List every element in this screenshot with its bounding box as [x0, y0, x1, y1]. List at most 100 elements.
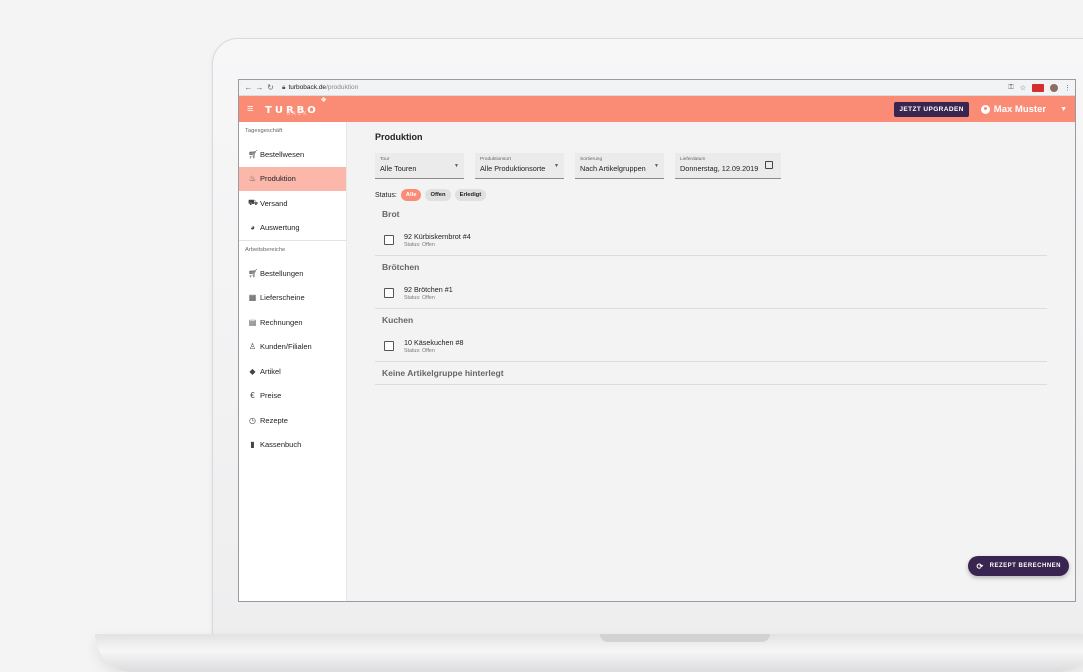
page-title: Produktion	[375, 132, 423, 142]
item-checkbox[interactable]	[384, 235, 394, 245]
item-name: 10 Käsekuchen #8	[404, 338, 464, 347]
sidebar-item-lieferscheine[interactable]: ▦ Lieferscheine	[239, 286, 346, 311]
group-title: Kuchen	[382, 315, 414, 325]
refresh-icon: ⟳	[976, 561, 984, 571]
list-item: 92 Kürbiskernbrot #4 Status: Offen	[375, 225, 1047, 255]
calculate-recipe-label: REZEPT BERECHNEN	[989, 563, 1061, 569]
item-status: Status: Offen	[404, 348, 435, 354]
url-host: turboback.de	[288, 84, 327, 91]
cart-icon: 🛒︎	[248, 149, 259, 159]
item-checkbox[interactable]	[384, 288, 394, 298]
account-circle-icon	[980, 104, 990, 114]
hamburger-menu-icon[interactable]: ≡	[247, 103, 261, 115]
sidebar-item-label: Produktion	[260, 174, 296, 184]
sidebar-item-kunden[interactable]: ♙ Kunden/Filialen	[239, 335, 346, 360]
forward-icon[interactable]: →	[254, 83, 265, 92]
group-title: Keine Artikelgruppe hinterlegt	[382, 368, 504, 378]
tour-select[interactable]: Tour Alle Touren ▼	[375, 153, 464, 179]
production-icon: ♨	[248, 174, 257, 184]
item-status: Status: Offen	[404, 295, 435, 301]
back-icon[interactable]: ←	[243, 83, 254, 92]
sidebar-item-bestellungen[interactable]: 🛒︎ Bestellungen	[239, 261, 346, 286]
dropdown-arrow-icon: ▼	[554, 163, 559, 169]
group-kuchen: Kuchen 10 Käsekuchen #8 Status: Offen	[375, 309, 1047, 362]
lock-icon: 🔒︎	[282, 83, 286, 91]
sort-select-value: Nach Artikelgruppen	[580, 164, 646, 173]
sidebar-item-label: Bestellwesen	[260, 149, 305, 159]
user-name: Max Muster	[993, 103, 1047, 115]
sidebar: Tagesgeschäft 🛒︎ Bestellwesen ♨ Produkti…	[239, 122, 347, 601]
item-status: Status: Offen	[404, 242, 435, 248]
sidebar-item-rezepte[interactable]: ◷ Rezepte	[239, 408, 346, 433]
delivery-date-picker[interactable]: Lieferdatum Donnerstag, 12.09.2019	[675, 153, 781, 179]
dropdown-arrow-icon: ▼	[654, 163, 659, 169]
status-label: Status:	[375, 191, 397, 199]
status-chip-open[interactable]: Offen	[425, 189, 451, 201]
list-item: 10 Käsekuchen #8 Status: Offen	[375, 331, 1047, 361]
sidebar-item-kassenbuch[interactable]: ▮ Kassenbuch	[239, 433, 346, 458]
chevron-down-icon: ▼	[1060, 105, 1067, 113]
user-menu[interactable]: Max Muster ▼	[980, 103, 1067, 115]
item-name: 92 Kürbiskernbrot #4	[404, 232, 471, 241]
sidebar-item-preise[interactable]: € Preise	[239, 384, 346, 409]
tour-select-value: Alle Touren	[380, 164, 417, 173]
truck-icon: ⛟	[248, 198, 259, 208]
group-title: Brötchen	[382, 262, 420, 272]
sidebar-item-label: Bestellungen	[260, 268, 304, 278]
app-screen: ← → ↻ 🔒︎ turboback.de/produktion ⚿ ☆ ⋮ ≡…	[238, 79, 1076, 602]
clock-icon: ◷	[249, 415, 256, 425]
euro-icon: €	[250, 391, 255, 401]
main-content: Produktion Tour Alle Touren ▼ Produktion…	[347, 122, 1075, 601]
reload-icon[interactable]: ↻	[265, 83, 276, 92]
address-bar[interactable]: 🔒︎ turboback.de/produktion	[282, 84, 358, 92]
pie-chart-icon: ◕	[250, 223, 255, 233]
sort-select[interactable]: Sortierung Nach Artikelgruppen ▼	[575, 153, 664, 179]
profile-avatar[interactable]	[1050, 83, 1058, 92]
tag-icon: ◆	[249, 366, 256, 376]
logo-subtext: BACK	[287, 111, 309, 117]
sidebar-item-rechnungen[interactable]: ▤ Rechnungen	[239, 310, 346, 335]
sidebar-item-label: Versand	[260, 198, 288, 208]
sidebar-section-work: Arbeitsbereiche	[245, 247, 286, 253]
upgrade-button[interactable]: JETZT UPGRADEN	[894, 101, 969, 117]
dropdown-arrow-icon: ▼	[454, 163, 459, 169]
sidebar-item-label: Kunden/Filialen	[260, 342, 312, 352]
item-checkbox[interactable]	[384, 341, 394, 351]
more-icon[interactable]: ⋮	[1064, 84, 1071, 92]
sidebar-item-versand[interactable]: ⛟ Versand	[239, 191, 346, 216]
calendar-icon[interactable]	[765, 161, 773, 169]
logo[interactable]: TURBO BACK ❖	[265, 97, 327, 117]
laptop-notch	[600, 634, 770, 642]
logo-mark-icon: ❖	[320, 97, 327, 104]
calculate-recipe-button[interactable]: ⟳ REZEPT BERECHNEN	[968, 556, 1069, 576]
sidebar-item-produktion[interactable]: ♨ Produktion	[239, 166, 346, 191]
extension-icon[interactable]	[1032, 83, 1044, 92]
calendar-icon: ▦	[248, 293, 257, 303]
delivery-date-label: Lieferdatum	[680, 157, 706, 162]
group-none: Keine Artikelgruppe hinterlegt	[375, 362, 1047, 385]
sidebar-item-auswertung[interactable]: ◕ Auswertung	[239, 216, 346, 241]
key-icon[interactable]: ⚿	[1008, 84, 1013, 92]
sidebar-item-label: Rechnungen	[260, 317, 303, 327]
filter-bar: Tour Alle Touren ▼ Produktionsort Alle P…	[375, 153, 1047, 179]
star-icon[interactable]: ☆	[1020, 84, 1026, 92]
production-location-value: Alle Produktionsorte	[480, 164, 546, 173]
cart-icon: 🛒︎	[248, 268, 259, 278]
status-chip-all[interactable]: Alle	[400, 189, 422, 201]
person-icon: ♙	[248, 342, 257, 352]
sidebar-item-artikel[interactable]: ◆ Artikel	[239, 359, 346, 384]
group-brot: Brot 92 Kürbiskernbrot #4 Status: Offen	[375, 203, 1047, 256]
sidebar-item-bestellwesen[interactable]: 🛒︎ Bestellwesen	[239, 142, 346, 167]
tour-select-label: Tour	[380, 157, 390, 162]
invoice-icon: ▤	[248, 317, 257, 327]
item-name: 92 Brötchen #1	[404, 285, 453, 294]
browser-toolbar: ← → ↻ 🔒︎ turboback.de/produktion ⚿ ☆ ⋮	[239, 80, 1075, 96]
production-location-label: Produktionsort	[480, 157, 511, 162]
sidebar-divider	[239, 240, 346, 241]
status-chip-done[interactable]: Erledigt	[454, 189, 487, 201]
production-location-select[interactable]: Produktionsort Alle Produktionsorte ▼	[475, 153, 564, 179]
sidebar-item-label: Auswertung	[260, 223, 300, 233]
group-divider	[375, 384, 1047, 385]
sidebar-item-label: Kassenbuch	[260, 440, 302, 450]
laptop-base	[95, 634, 1083, 672]
